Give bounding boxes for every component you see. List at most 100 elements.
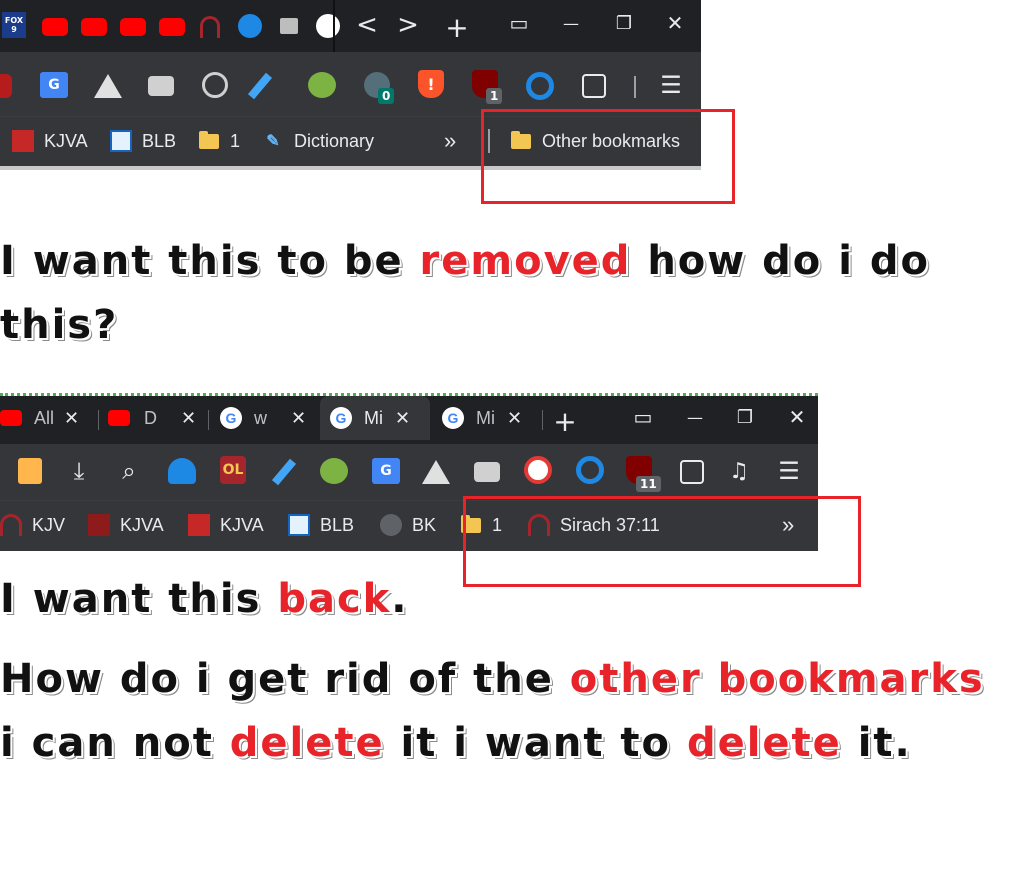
youtube-tab-icon[interactable] [120, 18, 146, 36]
brave-shield-icon[interactable]: ! [418, 70, 444, 98]
google-icon: G [220, 407, 242, 429]
wave-tab-icon[interactable] [238, 14, 262, 38]
minimize-button[interactable]: — [680, 402, 710, 432]
forward-button[interactable]: > [393, 10, 423, 40]
fox9-tab-icon[interactable]: FOX 9 [2, 12, 26, 38]
google-icon: G [330, 407, 352, 429]
bible-tab-icon[interactable] [200, 16, 220, 38]
kjva-icon [12, 130, 34, 152]
tab-search-button[interactable]: ▭ [628, 402, 658, 432]
close-tab-icon[interactable]: ✕ [64, 408, 79, 429]
bookmark-dictionary[interactable]: ✎ Dictionary [262, 117, 374, 165]
ol-icon[interactable]: OL [220, 456, 246, 484]
globe-icon[interactable] [320, 458, 348, 484]
close-tab-icon[interactable]: ✕ [395, 408, 410, 429]
tab-title: Mi [476, 407, 495, 428]
camera-icon[interactable] [148, 76, 174, 96]
tab-title: w [254, 407, 267, 428]
extensions-toolbar: ⤓ ⌕ OL G 11 ♫ ☰ [0, 444, 818, 500]
highlight-box-other-bookmarks [481, 109, 735, 204]
bookmark-label: KJV [32, 514, 66, 535]
mountain-icon[interactable] [94, 74, 122, 98]
new-tab-button[interactable]: + [550, 405, 580, 438]
bookmark-kjva[interactable]: KJVA [88, 501, 164, 549]
download-icon[interactable]: ⤓ [64, 456, 94, 486]
bookmark-label: BK [412, 514, 437, 535]
minimize-button[interactable]: — [556, 8, 586, 38]
tab-separator [208, 410, 209, 430]
highlight-box-empty-area [463, 496, 861, 587]
close-window-button[interactable]: ✕ [660, 8, 690, 38]
caption-back: I want this back. [0, 576, 409, 622]
kjva-icon [188, 514, 210, 536]
bookmark-label: Dictionary [294, 130, 375, 151]
tab-all[interactable]: All ✕ [0, 396, 96, 440]
bookmark-label: BLB [142, 130, 177, 151]
extensions-puzzle-icon[interactable] [582, 74, 606, 98]
google-icon: G [442, 407, 464, 429]
youtube-icon [0, 410, 22, 426]
tab-mi[interactable]: G Mi ✕ [442, 396, 542, 440]
badge-count: 11 [636, 476, 661, 492]
page-tab-icon[interactable] [280, 18, 298, 34]
kjva-book-icon [88, 514, 110, 536]
restore-button[interactable]: ❐ [730, 402, 760, 432]
media-queue-icon[interactable]: ♫ [724, 456, 754, 486]
youtube-tab-icon[interactable] [42, 18, 68, 36]
bookmark-label: KJVA [44, 130, 88, 151]
caption-remove: I want this to be removed how do i do [0, 238, 930, 284]
highlighter-icon[interactable] [247, 72, 273, 100]
globe-icon[interactable] [308, 72, 336, 98]
blb-book-icon [110, 130, 132, 152]
sync-icon[interactable] [576, 456, 604, 484]
bookmark-kjva[interactable]: KJVA [188, 501, 264, 549]
vpn-icon[interactable] [168, 458, 196, 484]
search-lens-icon[interactable]: ⌕ [114, 456, 144, 486]
extensions-puzzle-icon[interactable] [680, 460, 704, 484]
globe-icon [380, 514, 402, 536]
blb-book-icon [288, 514, 310, 536]
close-tab-icon[interactable]: ✕ [181, 408, 196, 429]
close-tab-icon[interactable]: ✕ [507, 408, 522, 429]
bookmark-kjva[interactable]: KJVA [12, 117, 88, 165]
headphones-icon[interactable] [202, 72, 228, 98]
bookmark-folder-1[interactable]: 1 [198, 117, 240, 165]
youtube-tab-icon[interactable] [81, 18, 107, 36]
close-window-button[interactable]: ✕ [782, 402, 812, 432]
youtube-icon [108, 410, 130, 426]
tab-w[interactable]: G w ✕ [220, 396, 320, 440]
notes-icon[interactable] [18, 458, 42, 484]
translate-icon[interactable]: G [40, 72, 68, 98]
highlighter-icon[interactable] [271, 458, 297, 486]
tab-separator [542, 410, 543, 430]
chrome-menu-button[interactable]: ☰ [656, 70, 686, 100]
restore-button[interactable]: ❐ [609, 8, 639, 38]
bookmark-blb[interactable]: BLB [110, 117, 176, 165]
tab-separator [98, 410, 99, 430]
translate-icon[interactable]: G [372, 458, 400, 484]
tab-mi-active[interactable]: G Mi ✕ [320, 396, 430, 440]
youtube-tab-icon[interactable] [159, 18, 185, 36]
back-button[interactable]: < [352, 10, 382, 40]
new-tab-button[interactable]: + [442, 11, 472, 44]
caption-question: How do i get rid of the other bookmarks [0, 656, 985, 702]
caption-remove-line2: this? [0, 302, 119, 348]
close-tab-icon[interactable]: ✕ [291, 408, 306, 429]
google-tab-icon[interactable] [316, 14, 340, 38]
chrome-menu-button[interactable]: ☰ [774, 456, 804, 486]
tab-divider [333, 0, 335, 52]
tab-search-button[interactable]: ▭ [504, 8, 534, 38]
tab-d[interactable]: D ✕ [108, 396, 208, 440]
block-icon[interactable] [524, 456, 552, 484]
bookmark-blb[interactable]: BLB [288, 501, 354, 549]
bookmarks-overflow-button[interactable]: » [444, 117, 456, 165]
tab-strip: All ✕ D ✕ G w ✕ G Mi ✕ G Mi ✕ + ▭ — ❐ ✕ [0, 396, 818, 444]
sync-icon[interactable] [526, 72, 554, 100]
bookmark-bk[interactable]: BK [380, 501, 436, 549]
camera-icon[interactable] [474, 462, 500, 482]
extension-red-icon[interactable] [0, 74, 12, 98]
bookmark-label: KJVA [120, 514, 164, 535]
tab-title: D [144, 407, 157, 428]
mountain-icon[interactable] [422, 460, 450, 484]
bookmark-kjv[interactable]: KJV [0, 501, 65, 549]
